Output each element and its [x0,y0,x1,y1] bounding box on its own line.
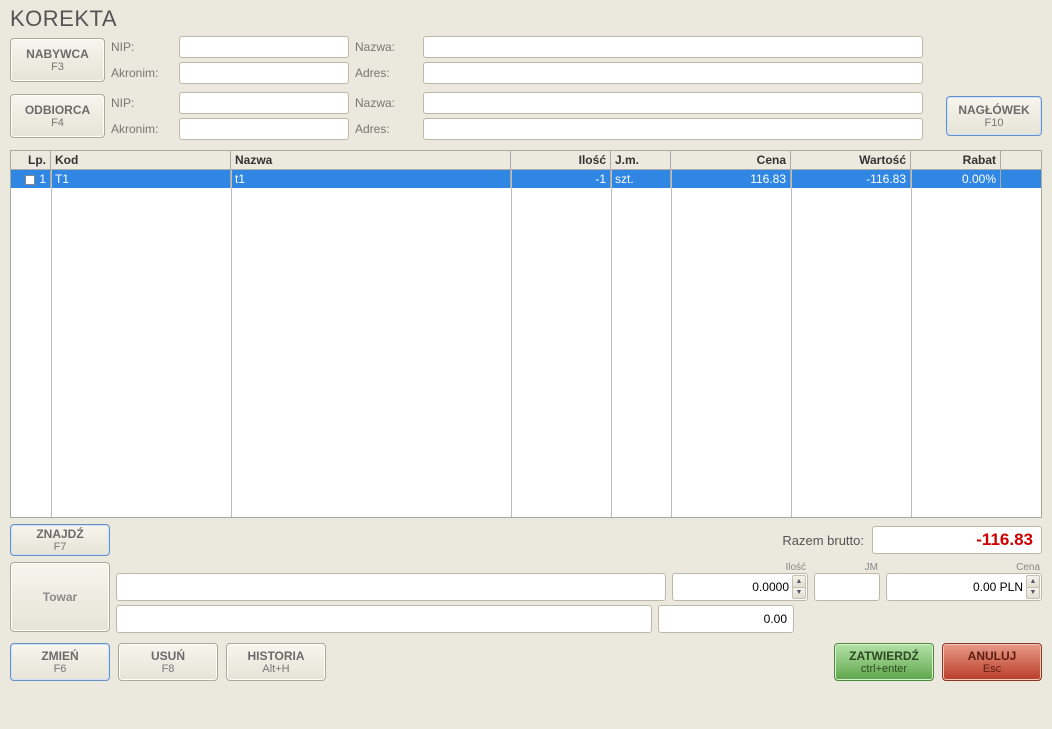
recipient-nip-input[interactable] [179,92,349,114]
header-button-label: NAGŁÓWEK [958,103,1029,117]
buyer-button-label: NABYWCA [26,47,89,61]
zmien-button[interactable]: ZMIEŃ F6 [10,643,110,681]
ilosc-up-icon[interactable]: ▲ [792,575,806,587]
buyer-nip-input[interactable] [179,36,349,58]
recipient-button-label: ODBIORCA [25,103,90,117]
anuluj-sub: Esc [983,663,1001,675]
buyer-nip-label: NIP: [111,40,173,54]
recipient-nazwa-label: Nazwa: [355,96,417,110]
row-checkbox[interactable] [25,175,35,185]
ilosc-label: Ilość [672,562,808,573]
item-kod-input[interactable] [116,605,652,633]
cell-lp: 1 [11,170,51,188]
total-label: Razem brutto: [782,533,864,548]
cell-rabat: 0.00% [911,170,1001,188]
item-cena-spinner[interactable]: ▲ ▼ [886,573,1042,601]
item-jm-input[interactable] [814,573,880,601]
item-ilosc-spinner[interactable]: ▲ ▼ [672,573,808,601]
buyer-button[interactable]: NABYWCA F3 [10,38,105,82]
recipient-akronim-label: Akronim: [111,122,173,136]
historia-button[interactable]: HISTORIA Alt+H [226,643,326,681]
cena-up-icon[interactable]: ▲ [1026,575,1040,587]
table-row[interactable]: 1 T1 t1 -1 szt. 116.83 -116.83 0.00% [11,170,1041,188]
recipient-nip-label: NIP: [111,96,173,110]
cell-ilosc: -1 [511,170,611,188]
zmien-sub: F6 [54,663,67,675]
grid-header: Lp. Kod Nazwa Ilość J.m. Cena Wartość Ra… [11,151,1041,170]
total-value: -116.83 [872,526,1042,554]
col-lp[interactable]: Lp. [11,151,51,169]
header-button[interactable]: NAGŁÓWEK F10 [946,96,1042,136]
zatwierdz-button[interactable]: ZATWIERDŹ ctrl+enter [834,643,934,681]
item-sum-input[interactable] [658,605,794,633]
cena-down-icon[interactable]: ▼ [1026,587,1040,600]
usun-sub: F8 [162,663,175,675]
buyer-akronim-input[interactable] [179,62,349,84]
cena-label: Cena [886,562,1042,573]
items-grid: Lp. Kod Nazwa Ilość J.m. Cena Wartość Ra… [10,150,1042,518]
col-cena[interactable]: Cena [671,151,791,169]
zmien-label: ZMIEŃ [41,649,78,663]
item-nazwa-input[interactable] [116,573,666,601]
buyer-button-sub: F3 [51,61,64,73]
cell-nazwa: t1 [231,170,511,188]
historia-sub: Alt+H [262,663,289,675]
recipient-adres-input[interactable] [423,118,923,140]
anuluj-label: ANULUJ [968,649,1017,663]
page-title: KOREKTA [0,0,1052,34]
usun-label: USUŃ [151,649,185,663]
buyer-adres-label: Adres: [355,66,417,80]
cell-kod: T1 [51,170,231,188]
grid-body[interactable]: 1 T1 t1 -1 szt. 116.83 -116.83 0.00% [11,170,1041,517]
towar-button[interactable]: Towar [10,562,110,632]
header-button-sub: F10 [985,117,1004,129]
cell-wartosc: -116.83 [791,170,911,188]
col-ilosc[interactable]: Ilość [511,151,611,169]
historia-label: HISTORIA [247,649,304,663]
col-rabat[interactable]: Rabat [911,151,1001,169]
anuluj-button[interactable]: ANULUJ Esc [942,643,1042,681]
usun-button[interactable]: USUŃ F8 [118,643,218,681]
buyer-section: NABYWCA F3 NIP: Nazwa: Akronim: Adres: [0,34,1052,88]
jm-label: JM [814,562,880,573]
find-button-sub: F7 [54,541,67,553]
recipient-button[interactable]: ODBIORCA F4 [10,94,105,138]
item-ilosc-input[interactable] [673,574,807,600]
cell-cena: 116.83 [671,170,791,188]
recipient-adres-label: Adres: [355,122,417,136]
buyer-akronim-label: Akronim: [111,66,173,80]
ilosc-down-icon[interactable]: ▼ [792,587,806,600]
recipient-akronim-input[interactable] [179,118,349,140]
cell-jm: szt. [611,170,671,188]
item-cena-input[interactable] [887,574,1041,600]
recipient-button-sub: F4 [51,117,64,129]
zatwierdz-sub: ctrl+enter [861,663,907,675]
zatwierdz-label: ZATWIERDŹ [849,649,919,663]
find-button-label: ZNAJDŹ [36,527,83,541]
buyer-nazwa-label: Nazwa: [355,40,417,54]
buyer-adres-input[interactable] [423,62,923,84]
recipient-nazwa-input[interactable] [423,92,923,114]
col-nazwa[interactable]: Nazwa [231,151,511,169]
col-wartosc[interactable]: Wartość [791,151,911,169]
recipient-section: ODBIORCA F4 NIP: Nazwa: Akronim: Adres: … [0,90,1052,144]
buyer-nazwa-input[interactable] [423,36,923,58]
towar-button-label: Towar [43,590,77,604]
col-jm[interactable]: J.m. [611,151,671,169]
find-button[interactable]: ZNAJDŹ F7 [10,524,110,556]
col-kod[interactable]: Kod [51,151,231,169]
